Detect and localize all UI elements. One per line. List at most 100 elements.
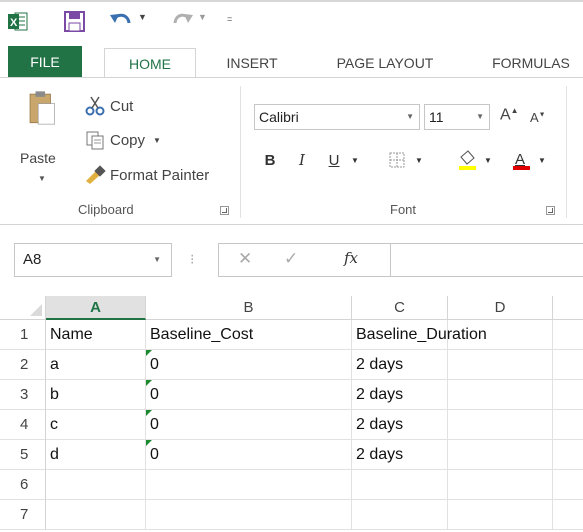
worksheet-grid[interactable]: A B C D 1 Name Baseline_Cost Baseline_Durat… bbox=[0, 296, 583, 532]
cut-button[interactable]: Cut bbox=[84, 94, 133, 118]
row-header-5[interactable]: 5 bbox=[0, 440, 46, 470]
cell-a3[interactable]: b bbox=[46, 380, 146, 410]
insert-function-icon[interactable]: fx bbox=[344, 249, 358, 267]
shrink-font-icon[interactable]: A▼ bbox=[530, 110, 546, 125]
cell-d1[interactable] bbox=[448, 320, 553, 350]
cell-b7[interactable] bbox=[146, 500, 352, 530]
undo-icon[interactable] bbox=[110, 11, 132, 31]
cell-b4[interactable]: 0 bbox=[146, 410, 352, 440]
copy-icon bbox=[84, 130, 106, 150]
column-header-c[interactable]: C bbox=[352, 296, 448, 320]
borders-icon bbox=[389, 152, 405, 168]
row-header-7[interactable]: 7 bbox=[0, 500, 46, 530]
cell-d6[interactable] bbox=[448, 470, 553, 500]
cell-a5[interactable]: d bbox=[46, 440, 146, 470]
font-size-value: 11 bbox=[429, 109, 444, 125]
underline-dropdown-icon[interactable]: ▼ bbox=[348, 146, 362, 174]
cell-c4[interactable]: 2 days bbox=[352, 410, 448, 440]
cell-b5[interactable]: 0 bbox=[146, 440, 352, 470]
cell-c7[interactable] bbox=[352, 500, 448, 530]
format-painter-button[interactable]: Format Painter bbox=[84, 163, 209, 187]
cell-c6[interactable] bbox=[352, 470, 448, 500]
cell-e3[interactable] bbox=[553, 380, 583, 410]
tab-page-layout[interactable]: PAGE LAYOUT bbox=[314, 48, 456, 78]
cell-d4[interactable] bbox=[448, 410, 553, 440]
formula-input[interactable] bbox=[390, 243, 583, 277]
cell-d2[interactable] bbox=[448, 350, 553, 380]
redo-dropdown-icon[interactable]: ▼ bbox=[198, 12, 207, 22]
copy-button[interactable]: Copy ▼ bbox=[84, 128, 161, 152]
customize-toolbar-icon[interactable]: = bbox=[227, 14, 232, 24]
paste-button[interactable]: Paste bbox=[20, 150, 56, 166]
paste-dropdown-icon[interactable]: ▼ bbox=[38, 174, 46, 183]
fill-color-button[interactable] bbox=[454, 146, 480, 174]
font-name-dropdown-icon[interactable]: ▼ bbox=[406, 105, 414, 129]
cell-a1[interactable]: Name bbox=[46, 320, 146, 350]
cell-a7[interactable] bbox=[46, 500, 146, 530]
cell-e6[interactable] bbox=[553, 470, 583, 500]
cell-e5[interactable] bbox=[553, 440, 583, 470]
cell-c1[interactable]: Baseline_Duration bbox=[352, 320, 487, 350]
cell-c3[interactable]: 2 days bbox=[352, 380, 448, 410]
clipboard-launcher-icon[interactable] bbox=[220, 206, 229, 215]
cell-d3[interactable] bbox=[448, 380, 553, 410]
bold-button[interactable]: B bbox=[258, 146, 282, 174]
font-size-select[interactable]: 11 ▼ bbox=[424, 104, 490, 130]
font-launcher-icon[interactable] bbox=[546, 206, 555, 215]
column-header-b[interactable]: B bbox=[146, 296, 352, 320]
undo-dropdown-icon[interactable]: ▼ bbox=[138, 12, 147, 22]
ribbon-tabs: FILE HOME INSERT PAGE LAYOUT FORMULAS bbox=[0, 40, 583, 79]
cell-e1[interactable] bbox=[553, 320, 583, 350]
cell-b3[interactable]: 0 bbox=[146, 380, 352, 410]
format-painter-label: Format Painter bbox=[110, 166, 210, 184]
cell-d5[interactable] bbox=[448, 440, 553, 470]
copy-dropdown-icon[interactable]: ▼ bbox=[153, 136, 161, 145]
row-header-2[interactable]: 2 bbox=[0, 350, 46, 380]
cancel-icon[interactable]: ✕ bbox=[238, 249, 252, 269]
cell-e4[interactable] bbox=[553, 410, 583, 440]
font-color-button[interactable]: A bbox=[508, 146, 534, 174]
cell-a2[interactable]: a bbox=[46, 350, 146, 380]
row-header-3[interactable]: 3 bbox=[0, 380, 46, 410]
underline-button[interactable]: U bbox=[322, 146, 346, 174]
cell-e7[interactable] bbox=[553, 500, 583, 530]
borders-button[interactable] bbox=[384, 146, 410, 174]
enter-check-icon[interactable]: ✓ bbox=[284, 249, 298, 269]
name-box-dropdown-icon[interactable]: ▼ bbox=[153, 244, 161, 276]
cut-label: Cut bbox=[110, 97, 134, 115]
paste-icon[interactable] bbox=[14, 90, 72, 146]
formula-bar-grip-icon[interactable]: ⁝ bbox=[190, 251, 194, 268]
borders-dropdown-icon[interactable]: ▼ bbox=[412, 146, 426, 174]
column-header-a[interactable]: A bbox=[46, 296, 146, 320]
font-size-dropdown-icon[interactable]: ▼ bbox=[476, 105, 484, 129]
cell-c2[interactable]: 2 days bbox=[352, 350, 448, 380]
font-group-label: Font bbox=[390, 202, 417, 217]
column-header-e[interactable] bbox=[553, 296, 583, 320]
tab-home[interactable]: HOME bbox=[104, 48, 196, 79]
cell-e2[interactable] bbox=[553, 350, 583, 380]
select-all-corner[interactable] bbox=[0, 296, 46, 320]
save-icon[interactable] bbox=[64, 11, 85, 32]
redo-icon[interactable] bbox=[173, 11, 193, 31]
tab-file[interactable]: FILE bbox=[8, 46, 82, 78]
excel-logo-icon: X bbox=[8, 12, 28, 31]
row-header-4[interactable]: 4 bbox=[0, 410, 46, 440]
cell-a4[interactable]: c bbox=[46, 410, 146, 440]
cell-b1[interactable]: Baseline_Cost bbox=[146, 320, 352, 350]
cell-d7[interactable] bbox=[448, 500, 553, 530]
row-header-6[interactable]: 6 bbox=[0, 470, 46, 500]
font-color-dropdown-icon[interactable]: ▼ bbox=[536, 146, 548, 174]
italic-button[interactable]: I bbox=[290, 146, 314, 174]
tab-insert[interactable]: INSERT bbox=[214, 48, 290, 78]
row-header-1[interactable]: 1 bbox=[0, 320, 46, 350]
fill-color-dropdown-icon[interactable]: ▼ bbox=[482, 146, 494, 174]
cell-a6[interactable] bbox=[46, 470, 146, 500]
cell-b6[interactable] bbox=[146, 470, 352, 500]
cell-c5[interactable]: 2 days bbox=[352, 440, 448, 470]
column-header-d[interactable]: D bbox=[448, 296, 553, 320]
grow-font-icon[interactable]: A▲ bbox=[500, 106, 519, 124]
name-box[interactable]: A8 ▼ bbox=[14, 243, 172, 277]
font-name-select[interactable]: Calibri ▼ bbox=[254, 104, 420, 130]
tab-formulas[interactable]: FORMULAS bbox=[476, 48, 583, 78]
cell-b2[interactable]: 0 bbox=[146, 350, 352, 380]
